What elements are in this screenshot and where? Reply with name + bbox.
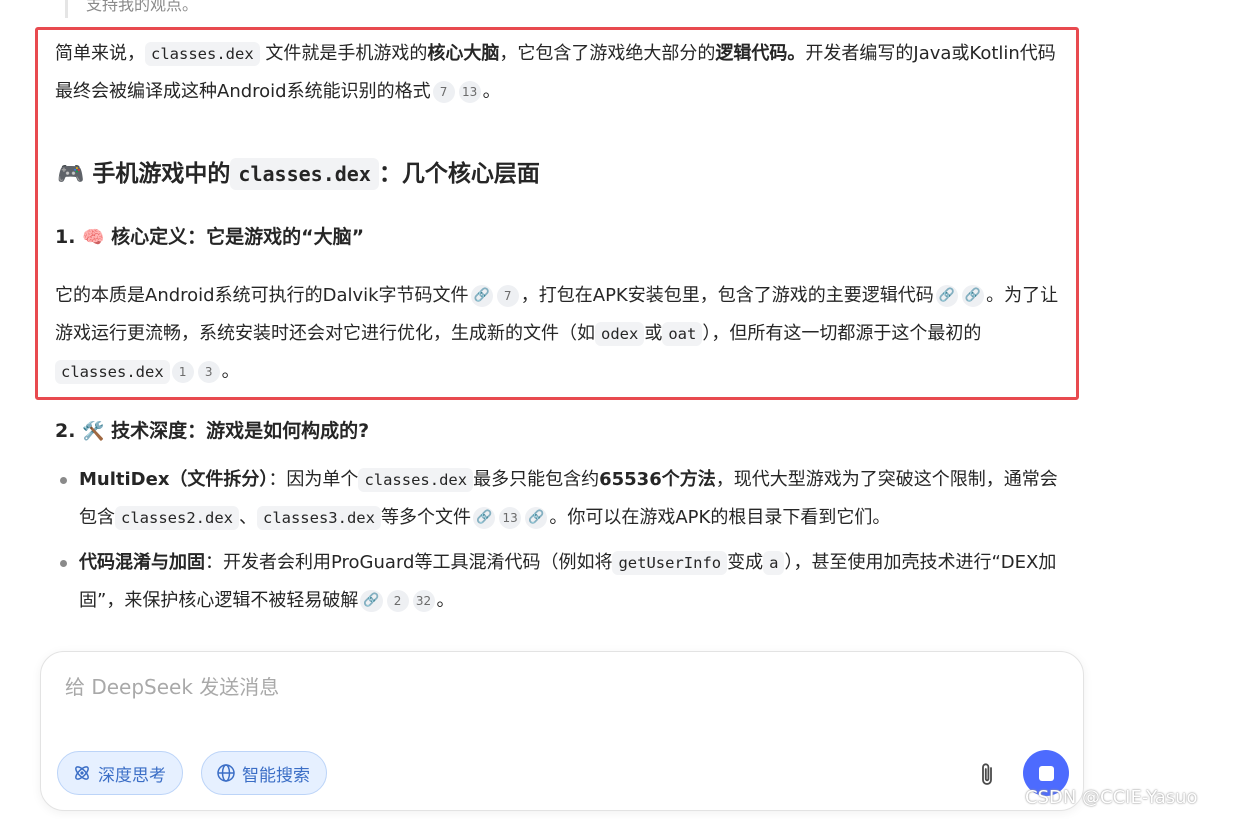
- web-search-button[interactable]: 智能搜索: [201, 751, 327, 795]
- message-input[interactable]: [63, 672, 1067, 702]
- subheading-core-definition: 1. 🧠 核心定义：它是游戏的“大脑”: [55, 226, 365, 248]
- core-definition-paragraph: 它的本质是Android系统可执行的Dalvik字节码文件 🔗 7 ，打包在APK安装…: [55, 285, 1059, 384]
- inline-code: classes3.dex: [256, 506, 381, 530]
- citation-badge[interactable]: 3: [197, 361, 220, 383]
- list-item: 代码混淆与加固：开发者会利用ProGuard等工具混淆代码（例如将 getUser…: [55, 544, 1073, 620]
- citation-link-icon[interactable]: 🔗: [470, 285, 493, 307]
- citation-badge[interactable]: 32: [412, 590, 435, 612]
- citation-link-icon[interactable]: 🔗: [525, 507, 548, 529]
- inline-code: getUserInfo: [612, 551, 728, 575]
- game-controller-icon: 🎮: [57, 162, 85, 187]
- deep-think-label: 深度思考: [98, 765, 166, 786]
- inline-code: classes.dex: [145, 42, 260, 66]
- citation-badge[interactable]: 2: [386, 590, 409, 612]
- globe-icon: [217, 764, 235, 782]
- previous-quote: 支持我的观点。: [65, 0, 198, 18]
- inline-code: classes.dex: [358, 468, 474, 492]
- tech-depth-list: MultiDex（文件拆分）：因为单个 classes.dex 最多只能包含约655…: [55, 461, 1073, 620]
- inline-code: classes.dex: [230, 158, 379, 190]
- watermark: CSDN @CCIE-Yasuo: [1025, 787, 1198, 808]
- intro-paragraph: 简单来说， classes.dex 文件就是手机游戏的核心大脑，它包含了游戏绝大部…: [55, 42, 1056, 103]
- citation-badge[interactable]: 7: [496, 285, 519, 307]
- inline-code: a: [763, 551, 785, 575]
- inline-code: oat: [662, 322, 703, 346]
- citation-link-icon[interactable]: 🔗: [472, 507, 496, 529]
- brain-icon: 🧠: [82, 227, 105, 248]
- web-search-label: 智能搜索: [242, 765, 310, 786]
- citation-badge[interactable]: 7: [432, 81, 455, 103]
- stop-icon: [1038, 765, 1054, 781]
- attach-button[interactable]: [971, 758, 1005, 792]
- citation-badge[interactable]: 13: [458, 81, 481, 103]
- inline-code: classes.dex: [55, 360, 170, 384]
- inline-code: odex: [595, 322, 645, 346]
- citation-link-icon[interactable]: 🔗: [360, 590, 383, 612]
- inline-code: classes2.dex: [115, 506, 239, 530]
- deep-think-button[interactable]: 深度思考: [57, 751, 183, 795]
- section-heading: 🎮 手机游戏中的 classes.dex ：几个核心层面: [57, 156, 1072, 193]
- message-composer: 深度思考 智能搜索: [40, 651, 1084, 811]
- citation-badge[interactable]: 13: [499, 507, 522, 529]
- tools-icon: 🛠️: [82, 421, 105, 442]
- citation-badge[interactable]: 1: [171, 361, 194, 383]
- subheading-tech-depth: 2. 🛠️ 技术深度：游戏是如何构成的?: [55, 420, 370, 442]
- list-item: MultiDex（文件拆分）：因为单个 classes.dex 最多只能包含约655…: [55, 461, 1073, 537]
- citation-link-icon[interactable]: 🔗: [961, 285, 985, 307]
- paperclip-icon: [982, 763, 992, 785]
- previous-quote-text: 支持我的观点。: [86, 0, 199, 14]
- atom-icon: [75, 766, 89, 780]
- citation-link-icon[interactable]: 🔗: [935, 285, 958, 307]
